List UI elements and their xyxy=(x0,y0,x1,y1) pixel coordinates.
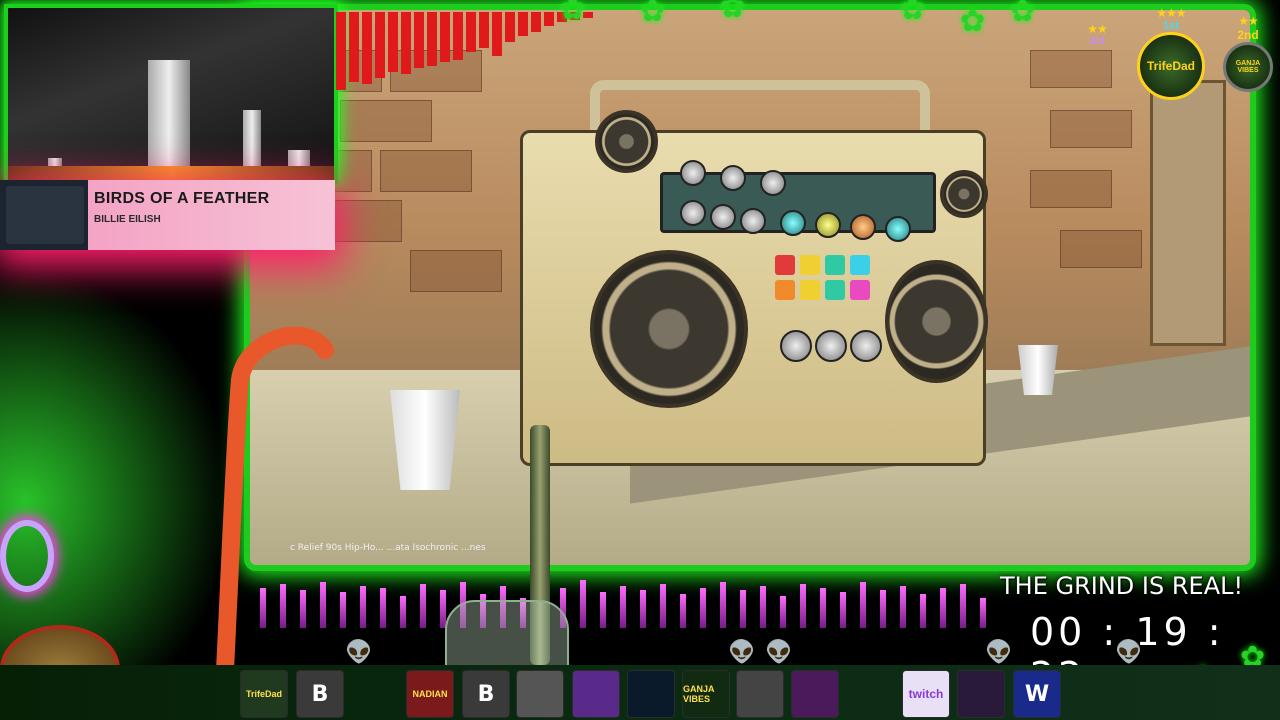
webcam-overlay xyxy=(4,4,338,184)
ring-light xyxy=(0,520,54,592)
leaderboard-second: ★★ 2nd GANJA VIBES xyxy=(1222,14,1274,92)
cannabis-leaf-icon: ✿ xyxy=(640,0,666,29)
cannabis-leaf-icon: ✿ xyxy=(720,0,746,25)
canadian-badge[interactable]: NADIAN xyxy=(406,670,454,718)
person-icon[interactable] xyxy=(957,670,1005,718)
b-app-icon[interactable]: B xyxy=(296,670,344,718)
rocket-icon[interactable] xyxy=(627,670,675,718)
taskbar-item-label: B xyxy=(477,681,495,707)
twitch-icon[interactable]: twitch xyxy=(902,670,950,718)
cat-photo[interactable] xyxy=(736,670,784,718)
cannabis-leaf-icon: ✿ xyxy=(1010,0,1036,29)
third-stars: ★★ xyxy=(1087,22,1108,36)
taskbar-item-label: NADIAN xyxy=(412,689,448,699)
taskbar-item-label: W xyxy=(1024,681,1050,707)
leaderboard-first: ★★★ 1st TrifeDad xyxy=(1135,6,1207,100)
person-icon[interactable] xyxy=(572,670,620,718)
second-rank: 2nd xyxy=(1237,28,1259,42)
now-playing-title: BIRDS OF A FEATHER xyxy=(94,190,270,207)
taskbar-item-label: TrifeDad xyxy=(245,689,282,699)
now-playing-artist: BILLIE EILISH xyxy=(94,214,161,225)
leaderboard-third: ★★ 3rd xyxy=(1080,22,1114,47)
cat-headphones[interactable] xyxy=(791,670,839,718)
alien-icon: 👽 xyxy=(728,640,756,665)
album-art xyxy=(6,186,84,244)
paper-cup xyxy=(390,390,460,490)
trifedad-avatar[interactable]: TrifeDad xyxy=(240,670,288,718)
cannabis-leaf-icon: ✿ xyxy=(960,4,986,39)
first-rank: 1st xyxy=(1163,20,1179,32)
first-stars: ★★★ xyxy=(1156,6,1186,20)
hooded-figure[interactable] xyxy=(516,670,564,718)
red-equalizer xyxy=(336,12,596,92)
third-rank: 3rd xyxy=(1089,36,1105,47)
alien-icon: 👽 xyxy=(765,640,793,665)
hose-illustration xyxy=(216,326,334,679)
neon-glow xyxy=(0,250,250,670)
taskbar-item-label: B xyxy=(311,681,329,707)
taskbar-item-label: twitch xyxy=(908,687,944,701)
trifedad-avatar: TrifeDad xyxy=(1137,32,1205,100)
grind-text: THE GRIND IS REAL! xyxy=(1000,572,1244,600)
w-app-icon[interactable]: W xyxy=(1013,670,1061,718)
b-app-icon[interactable]: B xyxy=(462,670,510,718)
boombox xyxy=(520,80,988,466)
doorway xyxy=(1150,80,1226,346)
bong-glass xyxy=(445,600,569,674)
taskbar-item-label: GANJA VIBES xyxy=(683,684,715,704)
alien-icon: 👽 xyxy=(345,640,373,665)
second-name: GANJA VIBES xyxy=(1235,60,1261,74)
ganja-vibes-avatar: GANJA VIBES xyxy=(1223,42,1273,92)
cannabis-leaf-icon: ✿ xyxy=(560,0,586,27)
second-stars: ★★ xyxy=(1238,14,1259,28)
alien-icon: 👽 xyxy=(985,640,1013,665)
paper-cup-small xyxy=(1018,345,1058,395)
cannabis-leaf-icon: ✿ xyxy=(900,0,926,27)
ganja-vibes-logo[interactable]: GANJA VIBES xyxy=(682,670,730,718)
first-name: TrifeDad xyxy=(1146,59,1195,73)
